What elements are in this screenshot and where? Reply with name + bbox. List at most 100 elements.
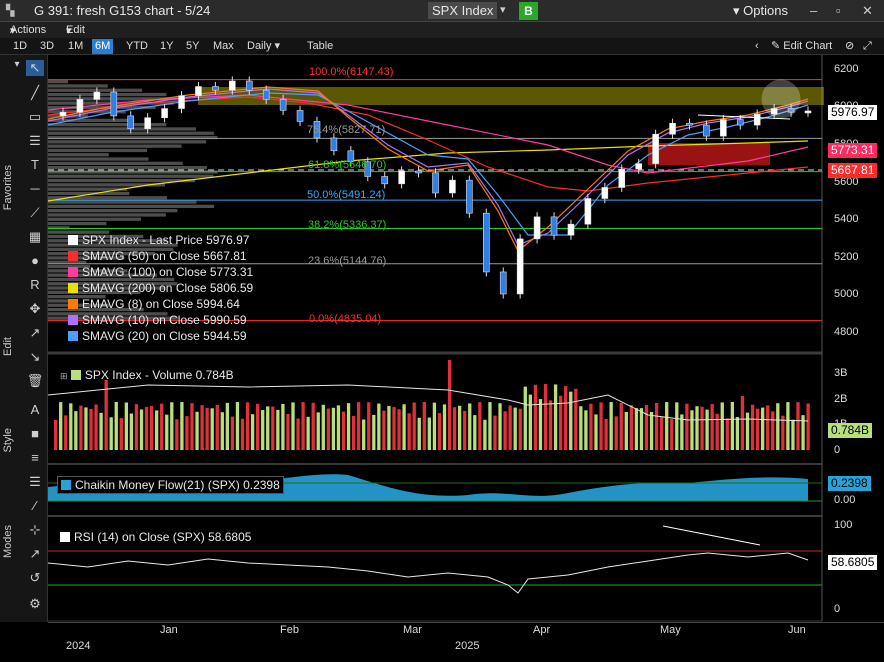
- edit-dropdown-icon: ▾: [66, 25, 72, 37]
- volume-bar: [59, 402, 63, 450]
- line-tool-icon[interactable]: ╱: [26, 85, 44, 101]
- range-max-button[interactable]: Max: [210, 39, 237, 54]
- year-label: 2024: [66, 640, 91, 652]
- settings-gear-icon[interactable]: ⚙: [26, 596, 44, 612]
- volume-bar: [256, 403, 260, 450]
- legend-label: RSI (14) on Close (SPX): [74, 530, 205, 544]
- volume-profile-bar: [48, 166, 207, 170]
- security-badge[interactable]: B: [519, 2, 538, 20]
- volume-bar: [614, 416, 618, 450]
- legend-sma20[interactable]: SMAVG (20) on Close 5944.59: [68, 329, 247, 343]
- pen-tool-icon[interactable]: ⁄: [26, 498, 44, 514]
- volume-bar: [791, 419, 795, 450]
- range-ytd-button[interactable]: YTD: [123, 39, 151, 54]
- line-style-icon[interactable]: ☰: [26, 474, 44, 490]
- edit-chart-button[interactable]: ✎ Edit Chart: [768, 39, 835, 54]
- rsi-axis-label: 0: [834, 603, 841, 615]
- options-menu[interactable]: ▾ Options: [733, 3, 788, 19]
- trendline-tool-icon[interactable]: ⟋: [26, 205, 44, 221]
- collapse-icon[interactable]: ‹: [752, 39, 762, 54]
- candle-body: [279, 99, 287, 111]
- rsi-legend[interactable]: RSI (14) on Close (SPX) 58.6805: [60, 530, 251, 544]
- edit-chart-settings-icon[interactable]: ⊘: [842, 39, 857, 54]
- close-icon[interactable]: ✕: [862, 3, 873, 19]
- legend-sma200[interactable]: SMAVG (200) on Close 5806.59: [68, 281, 253, 295]
- rectangle-tool-icon[interactable]: ▭: [26, 109, 44, 125]
- range-1m-button[interactable]: 1M: [65, 39, 86, 54]
- volume-bar: [705, 409, 709, 450]
- volume-bar: [321, 404, 325, 450]
- ticker-field[interactable]: SPX Index: [428, 2, 498, 19]
- range-1y-button[interactable]: 1Y: [157, 39, 176, 54]
- ellipse-tool-icon[interactable]: ●: [26, 253, 44, 269]
- maximize-icon[interactable]: ▫: [836, 3, 841, 18]
- rsi-axis-label: 100: [834, 519, 853, 531]
- candle-body: [212, 86, 219, 91]
- volume-bar: [240, 418, 245, 450]
- range-5y-button[interactable]: 5Y: [183, 39, 202, 54]
- fibonacci-tool-icon[interactable]: ☰: [26, 133, 44, 149]
- candle-body: [703, 124, 710, 137]
- minimize-icon[interactable]: –: [810, 3, 817, 18]
- move-tool-icon[interactable]: ↘: [26, 349, 44, 365]
- expand-legend-icon[interactable]: ⊞: [60, 371, 68, 381]
- year-label: 2025: [455, 640, 480, 652]
- volume-bar: [675, 402, 679, 450]
- table-button[interactable]: Table: [304, 39, 336, 54]
- candle-body: [804, 110, 812, 114]
- candle-body: [262, 89, 270, 100]
- ticker-dropdown-icon[interactable]: ▾: [500, 3, 506, 16]
- volume-bar: [104, 380, 108, 450]
- line-width-icon[interactable]: ≡: [26, 450, 44, 466]
- delete-tool-icon[interactable]: 🗑: [26, 373, 44, 389]
- zoom-mode-icon[interactable]: ↗: [26, 546, 44, 562]
- volume-bar: [397, 409, 401, 450]
- month-label: Jun: [788, 624, 806, 636]
- options-dropdown-icon: ▾: [733, 3, 740, 18]
- volume-bar: [84, 407, 88, 450]
- volume-bar: [599, 402, 603, 450]
- volume-bar: [296, 418, 300, 450]
- legend-ema8[interactable]: EMAVG (8) on Close 5994.64: [68, 297, 240, 311]
- fill-color-icon[interactable]: ■: [26, 426, 44, 442]
- volume-legend[interactable]: ⊞ SPX Index - Volume 0.784B: [60, 368, 234, 382]
- range-1d-button[interactable]: 1D: [10, 39, 30, 54]
- range-3d-button[interactable]: 3D: [37, 39, 57, 54]
- range-6m-button[interactable]: 6M: [92, 39, 114, 54]
- legend-sma10[interactable]: SMAVG (10) on Close 5990.59: [68, 313, 247, 327]
- reload-mode-icon[interactable]: ↺: [26, 570, 44, 586]
- horizontal-line-tool-icon[interactable]: ─: [26, 181, 44, 197]
- cmf-legend[interactable]: Chaikin Money Flow(21) (SPX) 0.2398: [57, 476, 284, 494]
- volume-bar: [382, 410, 386, 450]
- volume-bar: [276, 409, 280, 450]
- candle-body: [110, 91, 118, 117]
- crosshair-mode-icon[interactable]: ⊹: [26, 522, 44, 538]
- legend-swatch: [68, 299, 78, 309]
- legend-sma100[interactable]: SMAVG (100) on Close 5773.31: [68, 265, 253, 279]
- collapse-toolbar-icon[interactable]: ▾: [8, 57, 26, 73]
- cursor-tool-icon[interactable]: ↖: [26, 60, 44, 76]
- period-label: Daily: [247, 40, 272, 52]
- favorites-label: Favorites: [2, 165, 14, 211]
- select-tool-icon[interactable]: ↗: [26, 325, 44, 341]
- expand-icon[interactable]: ⤢: [860, 39, 875, 54]
- grid-tool-icon[interactable]: ▦: [26, 229, 44, 245]
- fib-label-76: 76.4%(5827.71): [307, 124, 386, 136]
- volume-bar: [761, 407, 765, 450]
- text-tool-icon[interactable]: T: [26, 157, 44, 173]
- last-price-tag: 5976.97: [828, 105, 878, 120]
- crosshair-tool-icon[interactable]: ✥: [26, 301, 44, 317]
- period-select[interactable]: Daily ▾: [244, 39, 283, 54]
- fib-label-23: 23.6%(5144.76): [308, 255, 387, 267]
- volume-bar: [341, 411, 346, 450]
- volume-bar: [195, 411, 199, 450]
- candle-body: [550, 216, 558, 236]
- volume-bar: [392, 407, 396, 450]
- legend-sma50[interactable]: SMAVG (50) on Close 5667.81: [68, 249, 247, 263]
- font-style-icon[interactable]: A: [26, 402, 44, 418]
- volume-bar: [498, 403, 502, 450]
- ruler-tool-icon[interactable]: R: [26, 277, 44, 293]
- legend-last-price[interactable]: SPX Index - Last Price 5976.97: [68, 233, 249, 247]
- volume-bar: [124, 402, 128, 450]
- legend-label: Chaikin Money Flow(21) (SPX): [75, 478, 240, 492]
